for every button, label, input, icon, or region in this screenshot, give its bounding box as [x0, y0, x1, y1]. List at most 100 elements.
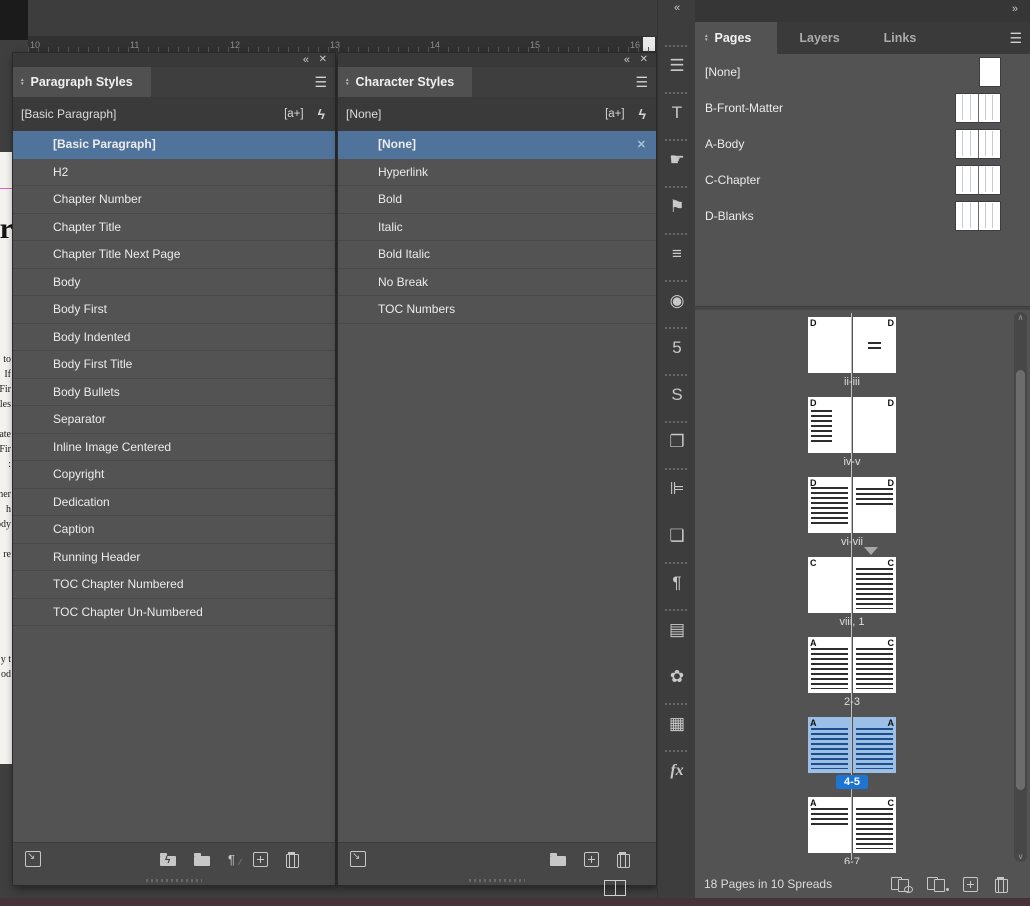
style-row[interactable]: Copyright — [13, 461, 335, 489]
swash-panel-icon[interactable]: S — [658, 371, 696, 418]
style-row[interactable]: Body First — [13, 296, 335, 324]
panel-title-bar[interactable]: « ✕ — [13, 53, 335, 67]
create-new-style-icon[interactable] — [253, 852, 268, 867]
style-row[interactable]: Hyperlink — [338, 159, 656, 187]
document-text-fragment: to — [3, 355, 11, 365]
tab-links[interactable]: Links — [862, 22, 939, 54]
style-row[interactable]: Dedication — [13, 489, 335, 517]
paragraph-mark-panel-icon[interactable]: ¶ — [658, 559, 696, 606]
style-row[interactable]: Bold — [338, 186, 656, 214]
style-row[interactable]: Body Indented — [13, 324, 335, 352]
delete-page-icon[interactable] — [995, 879, 1008, 893]
scrollbar-thumb[interactable] — [1016, 370, 1025, 790]
style-row[interactable]: Body Bullets — [13, 379, 335, 407]
character-panel-icon[interactable]: T — [658, 89, 696, 136]
style-row[interactable]: Body — [13, 269, 335, 297]
collapse-panel-icon[interactable]: « — [624, 53, 630, 67]
pages-scrollbar[interactable]: ∧ ∨ — [1014, 312, 1027, 862]
panel-title-bar[interactable]: « ✕ — [338, 53, 656, 67]
new-style-group-from-styles-icon[interactable]: ϟ — [160, 856, 176, 866]
document-text-fragment: y t — [1, 655, 11, 665]
style-row[interactable]: TOC Numbers — [338, 296, 656, 324]
style-row[interactable]: Inline Image Centered — [13, 434, 335, 462]
text-wrap-panel-icon[interactable]: ◉ — [658, 277, 696, 324]
quick-apply-icon[interactable]: ϟ — [318, 106, 325, 122]
scroll-down-icon[interactable]: ∨ — [1014, 852, 1027, 861]
close-panel-icon[interactable]: ✕ — [640, 53, 648, 67]
panel-resize-grip[interactable] — [13, 875, 335, 885]
style-row[interactable]: Chapter Title Next Page — [13, 241, 335, 269]
style-row[interactable]: Separator — [13, 406, 335, 434]
style-row[interactable]: Body First Title — [13, 351, 335, 379]
gesture-hand-icon[interactable]: ☛ — [658, 136, 696, 183]
character-styles-footer — [338, 842, 656, 875]
effects-panel-icon[interactable]: fx — [658, 747, 696, 794]
master-row[interactable]: A-Body — [695, 126, 1030, 162]
expand-dock-icon[interactable]: » — [1012, 3, 1018, 15]
spread-label: vi-vii — [808, 536, 896, 548]
spread-6-7[interactable]: AC6-7 — [808, 797, 896, 864]
style-name: TOC Chapter Numbered — [53, 577, 184, 591]
load-styles-icon[interactable] — [350, 851, 366, 867]
pages-menu-icon[interactable]: ☰ — [1009, 30, 1022, 47]
spread-view-icon[interactable] — [604, 880, 626, 896]
create-new-style-icon[interactable] — [584, 852, 599, 867]
redefine-style-icon[interactable]: ¶∕ — [228, 852, 235, 867]
bookmarks-panel-icon[interactable]: ⚑ — [658, 183, 696, 230]
style-row[interactable]: No Break — [338, 269, 656, 297]
tab-layers[interactable]: Layers — [777, 22, 861, 54]
style-row[interactable]: Chapter Number — [13, 186, 335, 214]
panel-menu-icon[interactable]: ☰ — [635, 74, 648, 90]
gradient-panel-icon[interactable]: ▤ — [658, 606, 696, 653]
delete-style-icon[interactable] — [617, 854, 630, 868]
paragraph-panel-icon[interactable]: ☰ — [658, 42, 696, 89]
load-styles-icon[interactable] — [25, 851, 41, 867]
master-row[interactable]: D-Blanks — [695, 198, 1030, 234]
align-panel-icon[interactable]: ⊫ — [658, 465, 696, 512]
style-row[interactable]: H2 — [13, 159, 335, 187]
spread-ii-iii[interactable]: DDii-iii — [808, 317, 896, 388]
quick-apply-icon[interactable]: ϟ — [639, 106, 646, 122]
spread-2-3[interactable]: AC2-3 — [808, 637, 896, 708]
style-row[interactable]: [Basic Paragraph] — [13, 131, 335, 159]
style-row[interactable]: Bold Italic — [338, 241, 656, 269]
scroll-up-icon[interactable]: ∧ — [1014, 313, 1027, 322]
page-text-lines — [811, 487, 848, 527]
create-new-page-icon[interactable] — [963, 877, 978, 892]
master-row[interactable]: B-Front-Matter — [695, 90, 1030, 126]
tab-pages[interactable]: ▴▾ Pages — [695, 22, 777, 54]
style-override-highlighter-icon[interactable]: [a+] — [284, 108, 304, 120]
stroke-panel-icon[interactable]: ≡ — [658, 230, 696, 277]
spread-vi-vii[interactable]: DDvi-vii — [808, 477, 896, 548]
style-row[interactable]: [None]✕ — [338, 131, 656, 159]
style-row[interactable]: Chapter Title — [13, 214, 335, 242]
style-row[interactable]: Caption — [13, 516, 335, 544]
new-master-icon[interactable] — [927, 877, 946, 891]
new-style-group-icon[interactable] — [194, 856, 210, 866]
delete-style-icon[interactable] — [286, 854, 299, 868]
spread-viii-1[interactable]: CCviii, 1 — [808, 557, 896, 628]
transform-panel-icon[interactable]: ❏ — [658, 512, 696, 559]
edit-page-size-icon[interactable] — [891, 877, 910, 891]
spread-4-5[interactable]: AA4-5 — [808, 717, 896, 788]
tab-character-styles[interactable]: ▴▾ Character Styles — [338, 67, 472, 97]
pathfinder-panel-icon[interactable]: ❐ — [658, 418, 696, 465]
new-style-group-icon[interactable] — [550, 856, 566, 866]
collapse-dock-icon[interactable]: « — [658, 2, 696, 14]
pages-status: 18 Pages in 10 Spreads — [704, 877, 832, 891]
tab-paragraph-styles[interactable]: ▴▾ Paragraph Styles — [13, 67, 151, 97]
panel-menu-icon[interactable]: ☰ — [314, 74, 327, 90]
style-row[interactable]: TOC Chapter Numbered — [13, 571, 335, 599]
close-panel-icon[interactable]: ✕ — [319, 53, 327, 67]
collapse-panel-icon[interactable]: « — [303, 53, 309, 67]
spread-iv-v[interactable]: DDiv-v — [808, 397, 896, 468]
color-panel-icon[interactable]: ✿ — [658, 653, 696, 700]
numbering-panel-icon[interactable]: 5 — [658, 324, 696, 371]
style-row[interactable]: TOC Chapter Un-Numbered — [13, 599, 335, 627]
style-row[interactable]: Italic — [338, 214, 656, 242]
style-override-highlighter-icon[interactable]: [a+] — [605, 108, 625, 120]
master-row[interactable]: [None] — [695, 54, 1030, 90]
master-row[interactable]: C-Chapter — [695, 162, 1030, 198]
swatches-panel-icon[interactable]: ▦ — [658, 700, 696, 747]
style-row[interactable]: Running Header — [13, 544, 335, 572]
